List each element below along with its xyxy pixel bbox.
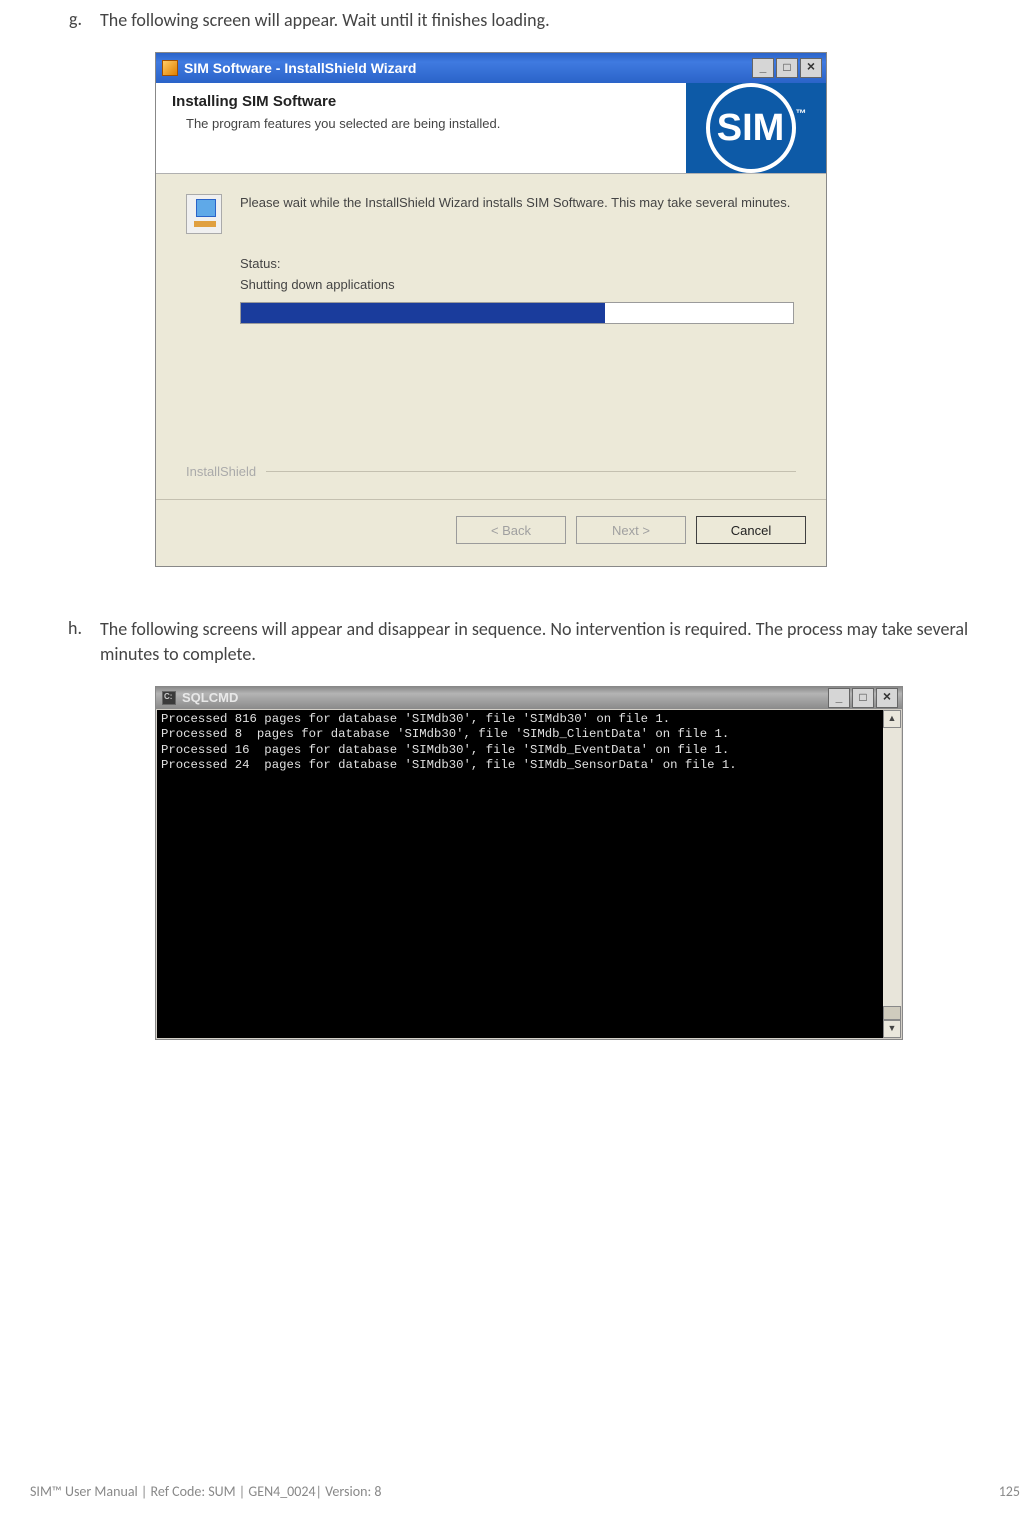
next-button: Next > [576,516,686,544]
setup-icon [186,194,222,234]
progress-fill [241,303,605,323]
page-footer: SIM™ User Manual | Ref Code: SUM | GEN4_… [30,1483,1020,1500]
installer-button-row: < Back Next > Cancel [156,499,826,566]
step-g: g. The following screen will appear. Wai… [30,8,1002,32]
logo-tm: ™ [796,108,807,120]
installer-screenshot: SIM Software - InstallShield Wizard _ □ … [155,52,1002,567]
step-text: The following screens will appear and di… [100,617,1002,666]
console-window: SQLCMD _ □ × Processed 816 pages for dat… [155,686,903,1040]
installshield-brand-row: InstallShield [186,464,796,479]
banner-title: Installing SIM Software [172,93,670,110]
step-letter: g. [30,8,100,32]
logo-circle: SIM [706,83,796,173]
banner-subtitle: The program features you selected are be… [172,116,670,131]
close-button[interactable]: × [876,688,898,708]
console-title: SQLCMD [182,690,828,705]
installer-app-icon [162,60,178,76]
progress-bar [240,302,794,324]
installer-titlebar: SIM Software - InstallShield Wizard _ □ … [156,53,826,83]
console-scrollbar[interactable]: ▲ ▼ [883,710,901,1038]
status-label: Status: [240,256,796,271]
installer-title: SIM Software - InstallShield Wizard [184,60,752,76]
minimize-button[interactable]: _ [828,688,850,708]
sim-logo: SIM ™ [686,83,826,173]
scroll-thumb[interactable] [883,1006,901,1020]
window-controls: _ □ × [828,688,898,708]
console-titlebar: SQLCMD _ □ × [156,687,902,709]
console-screenshot: SQLCMD _ □ × Processed 816 pages for dat… [155,686,1002,1040]
installer-window: SIM Software - InstallShield Wizard _ □ … [155,52,827,567]
console-app-icon [162,691,176,705]
minimize-button[interactable]: _ [752,58,774,78]
step-text: The following screen will appear. Wait u… [100,8,1002,32]
close-button[interactable]: × [800,58,822,78]
maximize-button[interactable]: □ [852,688,874,708]
scroll-track[interactable] [883,728,901,1020]
wait-text: Please wait while the InstallShield Wiza… [240,194,790,234]
scroll-down-button[interactable]: ▼ [883,1020,901,1038]
footer-page-number: 125 [999,1483,1020,1500]
maximize-button[interactable]: □ [776,58,798,78]
step-letter: h. [30,617,100,666]
installer-banner: Installing SIM Software The program feat… [156,83,826,174]
installer-body: Please wait while the InstallShield Wiza… [156,174,826,499]
back-button: < Back [456,516,566,544]
footer-left: SIM™ User Manual | Ref Code: SUM | GEN4_… [30,1483,381,1500]
window-controls: _ □ × [752,58,822,78]
cancel-button[interactable]: Cancel [696,516,806,544]
scroll-up-button[interactable]: ▲ [883,710,901,728]
step-h: h. The following screens will appear and… [30,617,1002,666]
console-output: Processed 816 pages for database 'SIMdb3… [157,710,883,1038]
status-message: Shutting down applications [240,277,796,292]
installshield-brand: InstallShield [186,464,256,479]
